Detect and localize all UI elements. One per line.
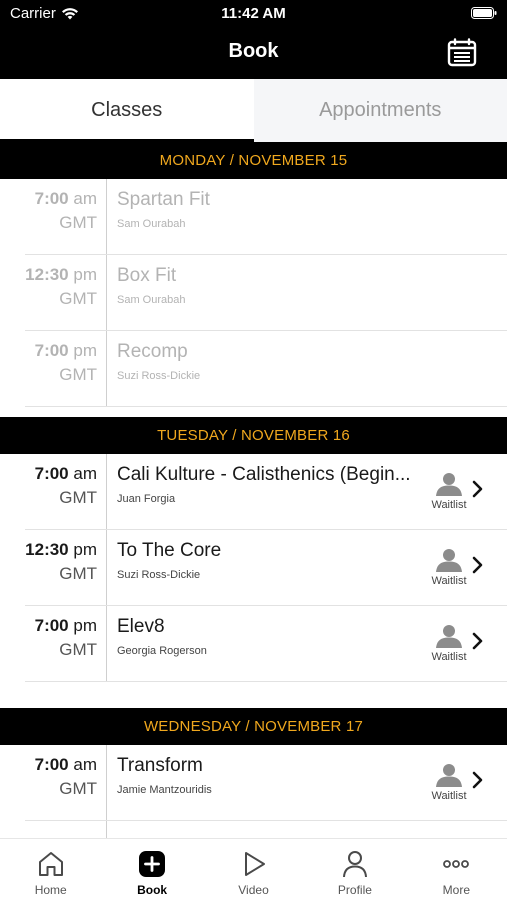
tab-label: Home bbox=[34, 883, 67, 897]
person-icon bbox=[436, 473, 462, 496]
tab-book[interactable]: Book bbox=[101, 839, 202, 900]
am-pm: am bbox=[73, 464, 97, 483]
instructor-name: Sam Ourabah bbox=[117, 294, 186, 306]
row-divider bbox=[106, 255, 107, 331]
class-name: Box Fit bbox=[117, 265, 177, 286]
waitlist-button[interactable]: Waitlist bbox=[429, 548, 469, 587]
status-time: 11:42 AM bbox=[221, 5, 286, 22]
instructor-name: Suzi Ross-Dickie bbox=[117, 569, 201, 581]
start-time: 7:00 bbox=[34, 189, 69, 208]
day-header: WEDNESDAY / NOVEMBER 17 bbox=[0, 708, 507, 745]
person-icon bbox=[436, 625, 462, 648]
class-name: To The Core bbox=[117, 540, 222, 561]
class-row[interactable] bbox=[0, 821, 507, 838]
class-schedule-list[interactable]: MONDAY / NOVEMBER 15 7:00 am GMT Spartan… bbox=[0, 142, 507, 838]
class-row[interactable]: 7:00 am GMT Spartan Fit Sam Ourabah bbox=[0, 179, 507, 255]
instructor-name: Juan Forgia bbox=[117, 493, 176, 505]
tab-appointments[interactable]: Appointments bbox=[253, 79, 507, 142]
am-pm: pm bbox=[73, 341, 97, 360]
chevron-right-icon bbox=[472, 771, 483, 789]
tab-classes[interactable]: Classes bbox=[0, 79, 254, 142]
am-pm: am bbox=[73, 755, 97, 774]
class-name: Recomp bbox=[117, 341, 188, 362]
tab-home[interactable]: Home bbox=[0, 839, 101, 900]
am-pm: pm bbox=[73, 540, 97, 559]
timezone: GMT bbox=[59, 365, 97, 384]
tab-label: Profile bbox=[337, 883, 372, 897]
person-icon bbox=[436, 549, 462, 572]
start-time: 7:00 bbox=[34, 464, 69, 483]
row-divider bbox=[106, 606, 107, 682]
person-icon bbox=[436, 764, 462, 787]
home-icon bbox=[38, 852, 63, 876]
play-icon bbox=[244, 852, 265, 876]
page-title: Book bbox=[228, 40, 279, 62]
row-divider bbox=[106, 530, 107, 606]
start-time: 12:30 bbox=[25, 265, 69, 284]
class-row[interactable]: 12:30 pm GMT To The Core Suzi Ross-Dicki… bbox=[0, 530, 507, 606]
waitlist-button[interactable]: Waitlist bbox=[429, 763, 469, 802]
tab-label: Book bbox=[137, 883, 168, 897]
segment-tabs: Classes Appointments bbox=[0, 79, 507, 142]
class-row[interactable]: 7:00 pm GMT Elev8 Georgia Rogerson Waitl… bbox=[0, 606, 507, 682]
timezone: GMT bbox=[59, 564, 97, 583]
waitlist-button[interactable]: Waitlist bbox=[429, 472, 469, 511]
day-header: MONDAY / NOVEMBER 15 bbox=[0, 142, 507, 179]
start-time: 7:00 bbox=[34, 755, 69, 774]
row-divider bbox=[106, 331, 107, 407]
instructor-name: Jamie Mantzouridis bbox=[117, 784, 212, 796]
chevron-right-icon bbox=[472, 556, 483, 574]
waitlist-button[interactable]: Waitlist bbox=[429, 624, 469, 663]
timezone: GMT bbox=[59, 640, 97, 659]
chevron-right-icon bbox=[472, 632, 483, 650]
more-dots-icon bbox=[443, 860, 470, 868]
row-separator bbox=[25, 681, 507, 682]
row-divider bbox=[106, 821, 107, 838]
timezone: GMT bbox=[59, 289, 97, 308]
person-icon bbox=[342, 851, 367, 878]
class-name: Elev8 bbox=[117, 616, 165, 637]
class-row[interactable]: 7:00 am GMT Cali Kulture - Calisthenics … bbox=[0, 454, 507, 530]
class-name: Cali Kulture - Calisthenics (Begin... bbox=[117, 464, 411, 485]
timezone: GMT bbox=[59, 488, 97, 507]
battery-icon bbox=[471, 7, 497, 19]
timezone: GMT bbox=[59, 779, 97, 798]
calendar-icon bbox=[447, 38, 477, 67]
tab-label: Video bbox=[238, 883, 269, 897]
top-bar: Carrier 11:42 AM Book bbox=[0, 0, 507, 79]
waitlist-label: Waitlist bbox=[431, 651, 467, 663]
waitlist-label: Waitlist bbox=[431, 575, 467, 587]
waitlist-label: Waitlist bbox=[431, 499, 467, 511]
tab-label: More bbox=[442, 883, 470, 897]
start-time: 7:00 bbox=[34, 616, 69, 635]
row-divider bbox=[106, 179, 107, 255]
day-header: TUESDAY / NOVEMBER 16 bbox=[0, 417, 507, 454]
tab-profile[interactable]: Profile bbox=[304, 839, 405, 900]
plus-square-icon bbox=[139, 851, 166, 877]
instructor-name: Suzi Ross-Dickie bbox=[117, 370, 201, 382]
tab-more[interactable]: More bbox=[406, 839, 507, 900]
book-screen: Carrier 11:42 AM Book Classes Appointmen… bbox=[0, 0, 507, 900]
row-divider bbox=[106, 745, 107, 821]
start-time: 12:30 bbox=[25, 540, 69, 559]
calendar-button[interactable] bbox=[445, 36, 479, 70]
class-row[interactable]: 12:30 pm GMT Box Fit Sam Ourabah bbox=[0, 255, 507, 331]
class-row[interactable]: 7:00 pm GMT Recomp Suzi Ross-Dickie bbox=[0, 331, 507, 407]
class-row[interactable]: 7:00 am GMT Transform Jamie Mantzouridis… bbox=[0, 745, 507, 821]
timezone: GMT bbox=[59, 213, 97, 232]
row-divider bbox=[106, 454, 107, 530]
class-name: Transform bbox=[117, 755, 203, 776]
waitlist-label: Waitlist bbox=[431, 790, 467, 802]
instructor-name: Georgia Rogerson bbox=[117, 645, 207, 657]
row-separator bbox=[25, 406, 507, 407]
bottom-tab-bar: Home Book Video Profile More bbox=[0, 838, 507, 900]
am-pm: am bbox=[73, 189, 97, 208]
tab-video[interactable]: Video bbox=[203, 839, 304, 900]
chevron-right-icon bbox=[472, 480, 483, 498]
am-pm: pm bbox=[73, 616, 97, 635]
start-time: 7:00 bbox=[34, 341, 69, 360]
instructor-name: Sam Ourabah bbox=[117, 218, 186, 230]
class-name: Spartan Fit bbox=[117, 189, 210, 210]
am-pm: pm bbox=[73, 265, 97, 284]
